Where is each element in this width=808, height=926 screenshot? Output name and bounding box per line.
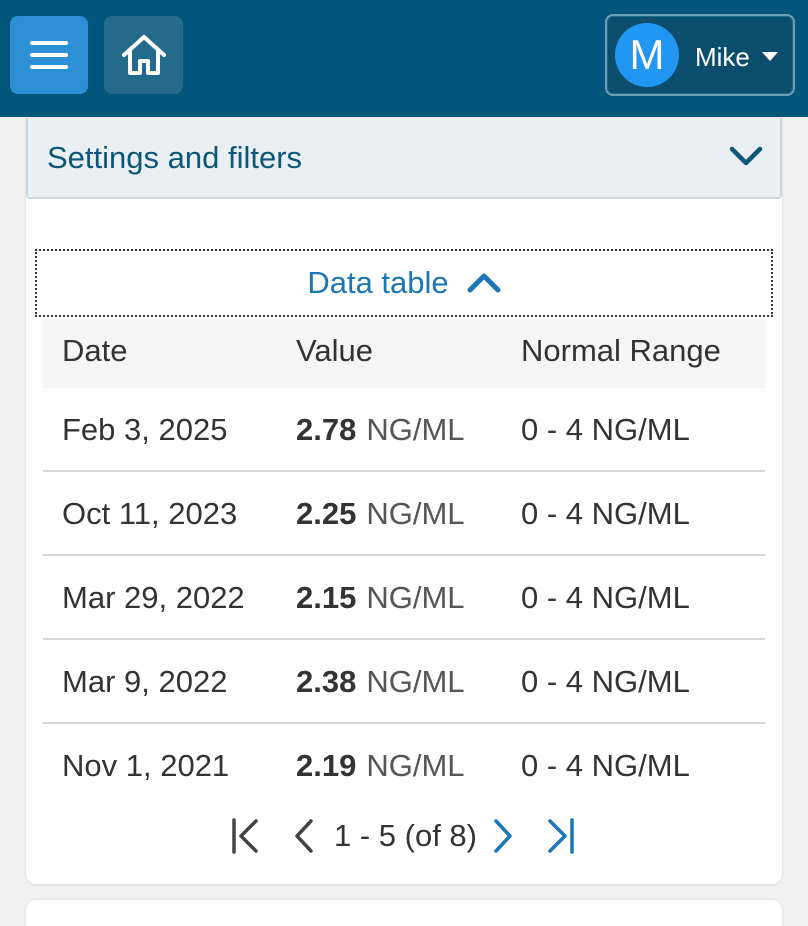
column-header-normal-range: Normal Range bbox=[521, 333, 721, 368]
previous-page-icon[interactable] bbox=[292, 818, 316, 854]
data-table-toggle[interactable]: Data table bbox=[35, 249, 773, 317]
cell-value: 2.38 NG/ML bbox=[296, 664, 465, 700]
value-unit: NG/ML bbox=[366, 496, 465, 531]
page-indicator: 1 - 5 (of 8) bbox=[334, 818, 477, 853]
table-row: Nov 1, 2021 2.19 NG/ML 0 - 4 NG/ML bbox=[43, 724, 765, 808]
home-button[interactable] bbox=[104, 16, 183, 94]
avatar: M bbox=[615, 23, 679, 87]
cell-date: Mar 29, 2022 bbox=[62, 580, 245, 615]
value-unit: NG/ML bbox=[366, 748, 465, 783]
data-table-label: Data table bbox=[307, 265, 449, 300]
value-number: 2.15 bbox=[296, 580, 357, 615]
cell-value: 2.25 NG/ML bbox=[296, 496, 465, 532]
user-menu-button[interactable]: M Mike bbox=[605, 14, 795, 96]
cell-value: 2.15 NG/ML bbox=[296, 580, 465, 616]
cell-normal-range: 0 - 4 NG/ML bbox=[521, 664, 690, 699]
column-header-value: Value bbox=[296, 333, 373, 368]
first-page-icon[interactable] bbox=[230, 818, 260, 854]
table-row: Feb 3, 2025 2.78 NG/ML 0 - 4 NG/ML bbox=[43, 388, 765, 472]
hamburger-menu-icon bbox=[30, 41, 68, 69]
cell-date: Feb 3, 2025 bbox=[62, 412, 228, 447]
pagination: 1 - 5 (of 8) bbox=[26, 808, 782, 864]
caret-down-icon bbox=[762, 52, 778, 61]
menu-button[interactable] bbox=[10, 16, 88, 94]
value-unit: NG/ML bbox=[366, 580, 465, 615]
data-card: Settings and filters Data table Date Val… bbox=[26, 118, 782, 884]
cell-date: Nov 1, 2021 bbox=[62, 748, 230, 783]
value-number: 2.78 bbox=[296, 412, 357, 447]
value-number: 2.38 bbox=[296, 664, 357, 699]
cell-value: 2.78 NG/ML bbox=[296, 412, 465, 448]
cell-date: Mar 9, 2022 bbox=[62, 664, 228, 699]
value-number: 2.25 bbox=[296, 496, 357, 531]
top-nav-bar: M Mike bbox=[0, 0, 808, 117]
next-card bbox=[26, 900, 782, 926]
user-name: Mike bbox=[695, 42, 750, 72]
next-page-icon[interactable] bbox=[491, 818, 515, 854]
cell-normal-range: 0 - 4 NG/ML bbox=[521, 412, 690, 447]
chevron-up-icon bbox=[467, 273, 501, 293]
table-header: Date Value Normal Range bbox=[43, 319, 765, 388]
cell-normal-range: 0 - 4 NG/ML bbox=[521, 580, 690, 615]
value-unit: NG/ML bbox=[366, 412, 465, 447]
cell-value: 2.19 NG/ML bbox=[296, 748, 465, 784]
chevron-down-icon bbox=[729, 146, 763, 166]
data-table: Date Value Normal Range Feb 3, 2025 2.78… bbox=[43, 319, 765, 808]
cell-normal-range: 0 - 4 NG/ML bbox=[521, 748, 690, 783]
value-number: 2.19 bbox=[296, 748, 357, 783]
home-icon bbox=[121, 35, 166, 75]
cell-normal-range: 0 - 4 NG/ML bbox=[521, 496, 690, 531]
settings-filters-toggle[interactable]: Settings and filters bbox=[26, 118, 782, 199]
column-header-date: Date bbox=[62, 333, 128, 368]
settings-filters-title: Settings and filters bbox=[47, 140, 303, 175]
table-row: Mar 29, 2022 2.15 NG/ML 0 - 4 NG/ML bbox=[43, 556, 765, 640]
table-row: Oct 11, 2023 2.25 NG/ML 0 - 4 NG/ML bbox=[43, 472, 765, 556]
table-row: Mar 9, 2022 2.38 NG/ML 0 - 4 NG/ML bbox=[43, 640, 765, 724]
cell-date: Oct 11, 2023 bbox=[62, 496, 238, 531]
last-page-icon[interactable] bbox=[546, 818, 576, 854]
value-unit: NG/ML bbox=[366, 664, 465, 699]
